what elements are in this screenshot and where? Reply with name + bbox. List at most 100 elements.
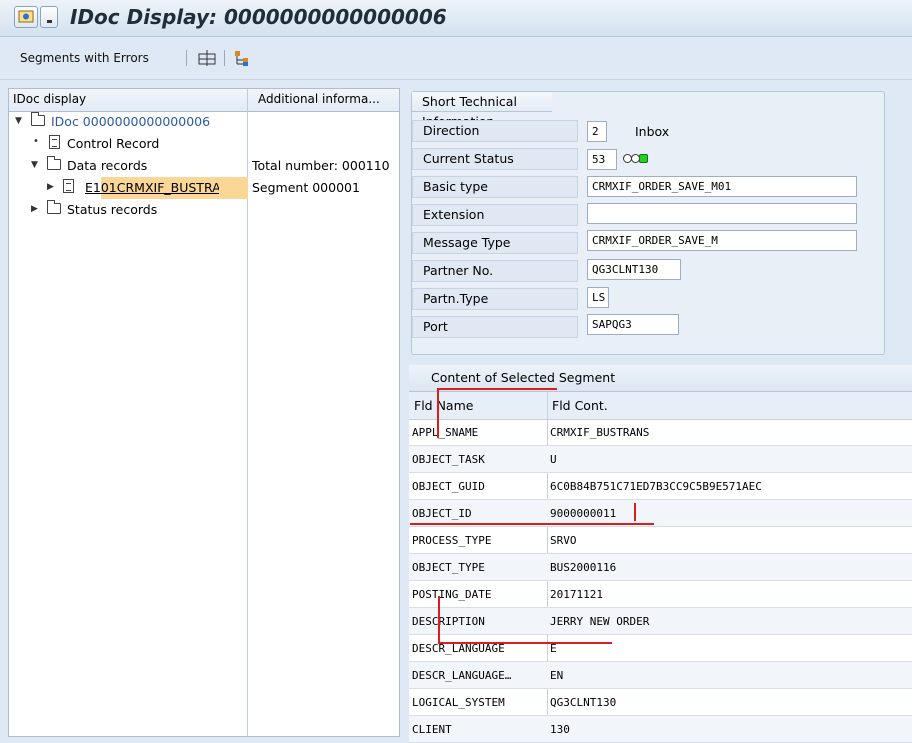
page-title: IDoc Display: 0000000000000006 (70, 5, 447, 29)
field-name-header[interactable]: Fld Name (414, 398, 473, 413)
direction-label: Direction (412, 120, 578, 142)
tree-header: IDoc display Additional informa... (9, 89, 399, 112)
field-value-cell: JERRY NEW ORDER (550, 615, 650, 628)
field-value-cell: BUS2000116 (550, 561, 617, 574)
document-icon (49, 135, 60, 149)
tree-node-segment[interactable]: ▶ E101CRMXIF_BUSTRANS Segment 000001 (9, 177, 399, 199)
expanded-caret-icon[interactable]: ▼ (15, 116, 22, 126)
chevron-down-icon (47, 20, 52, 23)
direction-field[interactable]: 2 (587, 121, 607, 142)
field-name-cell: DESCRIPTION (412, 615, 485, 628)
field-name-cell: PROCESS_TYPE (412, 534, 492, 547)
partner-type-label: Partn.Type (412, 288, 578, 310)
field-name-cell: LOGICAL_SYSTEM (412, 696, 505, 709)
field-content-header[interactable]: Fld Cont. (552, 398, 608, 413)
expand-tree-icon[interactable] (232, 48, 252, 68)
table-row[interactable]: OBJECT_GUID 6C0B84B751C71ED7B3CC9C5B9E571… (409, 473, 912, 500)
extension-field[interactable] (587, 203, 857, 224)
tree-node-data-records[interactable]: ▼ Data records Total number: 000110 (9, 155, 399, 177)
field-value-cell: QG3CLNT130 (550, 696, 617, 709)
port-field[interactable]: SAPQG3 (587, 314, 679, 335)
collapsed-caret-icon[interactable]: ▶ (31, 204, 38, 214)
port-label: Port (412, 316, 578, 338)
tree-node-status-records[interactable]: ▶ Status records (9, 199, 399, 221)
tree-node-label: Data records (67, 158, 148, 173)
text-cursor-mark (634, 503, 636, 521)
folder-icon (47, 200, 61, 214)
application-toolbar: Segments with Errors (0, 37, 912, 80)
extension-label: Extension (412, 204, 578, 226)
tree-node-control-record[interactable]: • Control Record (9, 133, 399, 155)
tree-node-idoc[interactable]: ▼ IDoc 0000000000000006 (9, 111, 399, 133)
folder-open-icon (47, 156, 61, 170)
document-icon (63, 179, 74, 193)
annotation-stroke (438, 642, 612, 644)
annotation-stroke (437, 388, 557, 390)
field-name-cell: CLIENT (412, 723, 452, 736)
system-menu-button[interactable] (14, 6, 38, 28)
message-type-label: Message Type (412, 232, 578, 254)
menu-icon (18, 10, 34, 23)
annotation-stroke (437, 388, 439, 438)
idoc-tree-panel: IDoc display Additional informa... ▼ IDo… (8, 88, 400, 737)
field-name-cell: APPL_SNAME (412, 426, 479, 439)
expanded-caret-icon[interactable]: ▼ (31, 160, 38, 170)
toolbar-separator (186, 50, 187, 66)
table-row[interactable]: OBJECT_TYPE BUS2000116 (409, 554, 912, 581)
table-row[interactable]: DESCRIPTION JERRY NEW ORDER (409, 608, 912, 635)
table-row[interactable]: CLIENT 130 (409, 716, 912, 743)
traffic-light-icon (623, 153, 663, 165)
field-name-cell: OBJECT_TASK (412, 453, 485, 466)
segment-table-header: Fld Name Fld Cont. (409, 392, 912, 420)
tree-node-info: Segment 000001 (252, 180, 360, 195)
current-status-label: Current Status (412, 148, 578, 170)
collapsed-caret-icon[interactable]: ▶ (47, 182, 54, 192)
partner-no-label: Partner No. (412, 260, 578, 282)
field-value-cell: SRVO (550, 534, 577, 547)
annotation-stroke (438, 596, 440, 644)
segment-content-panel: Content of Selected Segment Fld Name Fld… (409, 365, 912, 743)
tree-node-label: E101CRMXIF_BUSTRANS (85, 180, 219, 195)
field-name-cell: OBJECT_GUID (412, 480, 485, 493)
field-name-cell: POSTING_DATE (412, 588, 492, 601)
folder-open-icon (31, 112, 45, 126)
direction-text: Inbox (635, 124, 670, 139)
segment-title: Content of Selected Segment (431, 370, 616, 385)
basic-type-field[interactable]: CRMXIF_ORDER_SAVE_M01 (587, 176, 857, 197)
title-bar: IDoc Display: 0000000000000006 (0, 0, 912, 37)
bullet-icon: • (33, 136, 39, 147)
field-name-cell: OBJECT_ID (412, 507, 472, 520)
tree-header-idoc-display[interactable]: IDoc display (13, 92, 86, 106)
tree-node-info: Total number: 000110 (252, 158, 390, 173)
tree-header-additional-info[interactable]: Additional informa... (258, 92, 380, 106)
partner-no-field[interactable]: QG3CLNT130 (587, 259, 681, 280)
field-value-cell: U (550, 453, 557, 466)
toolbar-separator (224, 50, 225, 66)
hierarchy-icon[interactable] (197, 48, 217, 68)
field-name-cell: DESCR_LANGUAGE… (412, 669, 512, 682)
table-row[interactable]: OBJECT_TASK U (409, 446, 912, 473)
tree-node-label: Status records (67, 202, 158, 217)
field-value-cell: 130 (550, 723, 570, 736)
partner-type-field[interactable]: LS (587, 287, 609, 308)
segments-with-errors-button[interactable]: Segments with Errors (20, 51, 149, 65)
field-value-cell: 9000000011 (550, 507, 617, 520)
basic-type-label: Basic type (412, 176, 578, 198)
dropdown-arrow-button[interactable] (40, 6, 58, 28)
table-row[interactable]: DESCR_LANGUAGE… EN (409, 662, 912, 689)
message-type-field[interactable]: CRMXIF_ORDER_SAVE_M (587, 230, 857, 251)
field-value-cell: CRMXIF_BUSTRANS (550, 426, 650, 439)
field-value-cell: 20171121 (550, 588, 603, 601)
table-row[interactable]: PROCESS_TYPE SRVO (409, 527, 912, 554)
field-value-cell: EN (550, 669, 564, 682)
table-row[interactable]: APPL_SNAME CRMXIF_BUSTRANS (409, 419, 912, 446)
tree-node-label: Control Record (67, 136, 160, 151)
table-row[interactable]: LOGICAL_SYSTEM QG3CLNT130 (409, 689, 912, 716)
tree-node-label: IDoc 0000000000000006 (51, 114, 211, 129)
field-name-cell: OBJECT_TYPE (412, 561, 485, 574)
group-title: Short Technical Information (412, 92, 552, 129)
table-row[interactable]: DESCR_LANGUAGE E (409, 635, 912, 662)
current-status-field[interactable]: 53 (587, 149, 617, 170)
table-row[interactable]: POSTING_DATE 20171121 (409, 581, 912, 608)
short-technical-info-group: Short Technical Information Direction 2 … (411, 91, 885, 355)
